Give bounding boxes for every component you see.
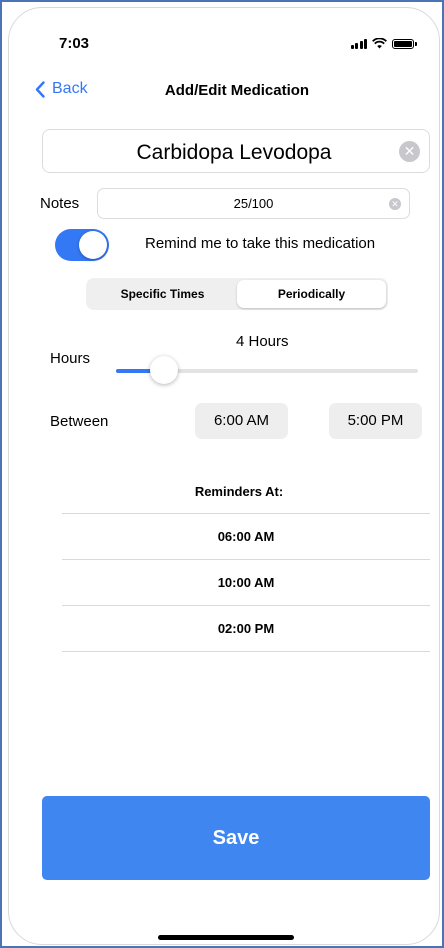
end-time-button[interactable]: 5:00 PM — [329, 403, 422, 439]
toggle-knob — [79, 231, 107, 259]
medication-name-field[interactable]: Carbidopa Levodopa ✕ — [42, 129, 430, 173]
clear-notes-icon[interactable]: ✕ — [389, 198, 401, 210]
page-title: Add/Edit Medication — [164, 82, 310, 99]
hours-slider-thumb[interactable] — [150, 356, 178, 384]
notes-field[interactable]: 25/100 ✕ — [97, 188, 410, 219]
screenshot-frame: 7:03 Back Add/Edit Medication Carbidopa … — [0, 0, 444, 948]
segment-periodically[interactable]: Periodically — [237, 280, 386, 308]
reminders-title: Reminders At: — [194, 484, 284, 499]
reminder-time-item: 02:00 PM — [62, 606, 430, 652]
medication-name-value: Carbidopa Levodopa — [136, 141, 332, 164]
cellular-signal-icon — [350, 38, 367, 49]
home-indicator — [158, 935, 294, 940]
reminder-time-item: 06:00 AM — [62, 514, 430, 560]
save-button[interactable]: Save — [42, 796, 430, 880]
status-time: 7:03 — [59, 35, 90, 52]
hours-label: Hours — [50, 350, 91, 367]
status-icons — [350, 37, 417, 49]
reminder-time-item: 10:00 AM — [62, 560, 430, 606]
reminders-list: 06:00 AM 10:00 AM 02:00 PM — [62, 513, 430, 652]
clear-name-icon[interactable]: ✕ — [399, 141, 420, 162]
between-label: Between — [50, 413, 109, 430]
notes-value: 25/100 — [233, 196, 274, 211]
remind-toggle-label: Remind me to take this medication — [145, 235, 376, 252]
segment-specific-times[interactable]: Specific Times — [88, 280, 237, 308]
start-time-button[interactable]: 6:00 AM — [195, 403, 288, 439]
wifi-icon — [372, 38, 387, 49]
remind-toggle[interactable] — [55, 229, 109, 261]
hours-value: 4 Hours — [236, 333, 289, 350]
schedule-mode-segmented-control: Specific Times Periodically — [86, 278, 388, 310]
battery-icon — [392, 39, 417, 49]
notes-label: Notes — [40, 195, 80, 212]
